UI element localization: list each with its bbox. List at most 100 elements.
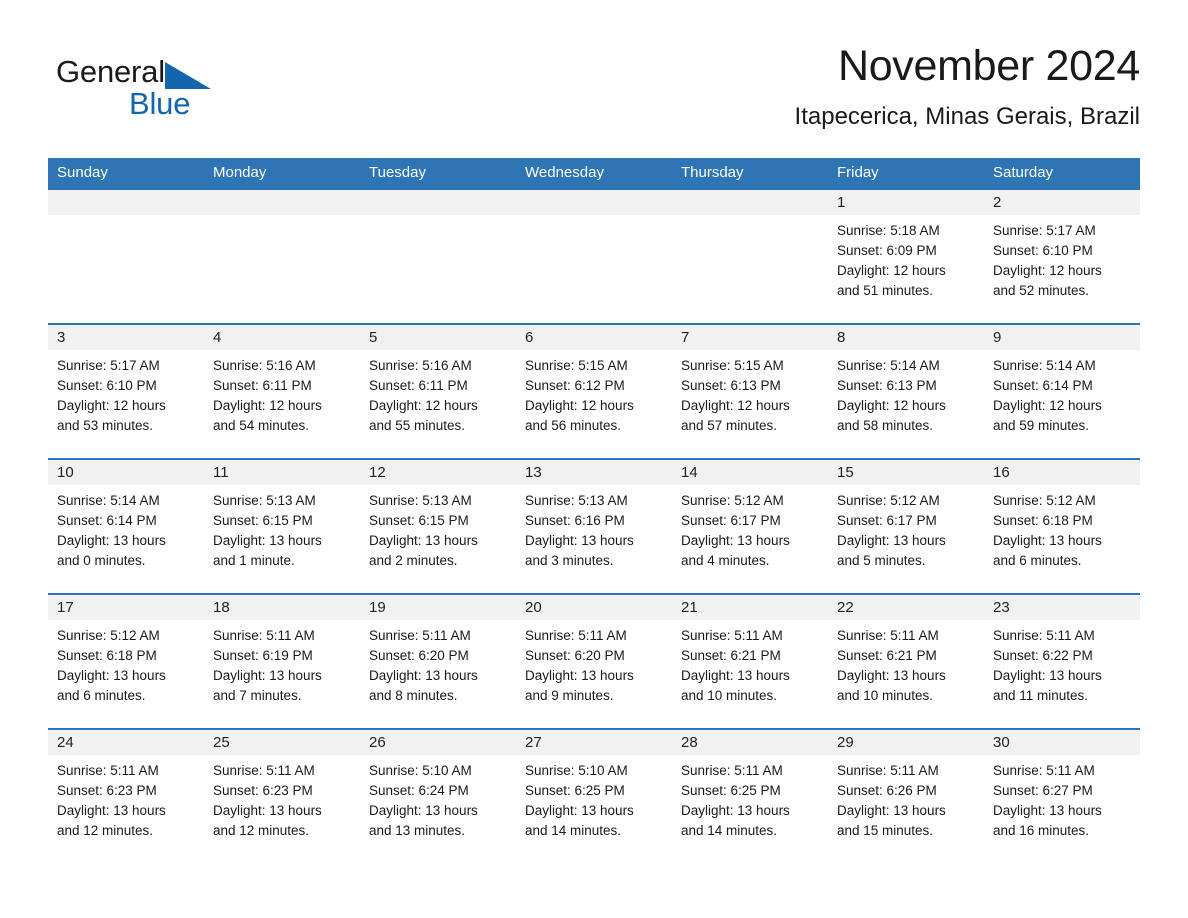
daylight-text-line2: and 9 minutes. xyxy=(525,688,614,703)
day-cell[interactable] xyxy=(360,190,516,323)
sunrise-text: Sunrise: 5:15 AM xyxy=(681,358,784,373)
day-number: 16 xyxy=(984,460,1140,485)
daylight-text-line2: and 2 minutes. xyxy=(369,553,458,568)
daylight-text-line2: and 57 minutes. xyxy=(681,418,778,433)
dow-friday: Friday xyxy=(837,164,879,181)
sunrise-text: Sunrise: 5:11 AM xyxy=(213,628,315,643)
daylight-text-line2: and 59 minutes. xyxy=(993,418,1090,433)
daylight-text-line1: Daylight: 13 hours xyxy=(369,803,478,818)
sunset-text: Sunset: 6:14 PM xyxy=(993,378,1093,393)
day-cell[interactable]: 7 Sunrise: 5:15 AM Sunset: 6:13 PM Daylight… xyxy=(672,325,828,458)
sunrise-text: Sunrise: 5:14 AM xyxy=(57,493,160,508)
sunset-text: Sunset: 6:15 PM xyxy=(213,513,313,528)
day-number xyxy=(516,190,672,215)
day-cell[interactable]: 24 Sunrise: 5:11 AM Sunset: 6:23 PM Dayligh… xyxy=(48,730,204,850)
sunset-text: Sunset: 6:11 PM xyxy=(213,378,312,393)
day-number: 6 xyxy=(516,325,672,350)
sunset-text: Sunset: 6:23 PM xyxy=(57,783,157,798)
sunset-text: Sunset: 6:19 PM xyxy=(213,648,313,663)
sunrise-text: Sunrise: 5:10 AM xyxy=(525,763,628,778)
sunrise-text: Sunrise: 5:13 AM xyxy=(213,493,316,508)
sunset-text: Sunset: 6:26 PM xyxy=(837,783,937,798)
day-cell[interactable] xyxy=(204,190,360,323)
day-cell[interactable]: 23 Sunrise: 5:11 AM Sunset: 6:22 PM Dayligh… xyxy=(984,595,1140,728)
day-cell[interactable]: 17 Sunrise: 5:12 AM Sunset: 6:18 PM Dayligh… xyxy=(48,595,204,728)
day-cell[interactable]: 3 Sunrise: 5:17 AM Sunset: 6:10 PM Daylight… xyxy=(48,325,204,458)
day-cell[interactable]: 11 Sunrise: 5:13 AM Sunset: 6:15 PM Dayligh… xyxy=(204,460,360,593)
daylight-text-line1: Daylight: 13 hours xyxy=(837,533,946,548)
day-cell[interactable]: 22 Sunrise: 5:11 AM Sunset: 6:21 PM Dayligh… xyxy=(828,595,984,728)
day-number: 20 xyxy=(516,595,672,620)
day-cell[interactable]: 9 Sunrise: 5:14 AM Sunset: 6:14 PM Daylight… xyxy=(984,325,1140,458)
dow-wednesday: Wednesday xyxy=(525,164,604,181)
dow-thursday: Thursday xyxy=(681,164,744,181)
sunrise-text: Sunrise: 5:12 AM xyxy=(993,493,1096,508)
daylight-text-line1: Daylight: 13 hours xyxy=(681,803,790,818)
day-number: 4 xyxy=(204,325,360,350)
sunset-text: Sunset: 6:20 PM xyxy=(369,648,469,663)
sunset-text: Sunset: 6:25 PM xyxy=(525,783,625,798)
day-cell[interactable]: 19 Sunrise: 5:11 AM Sunset: 6:20 PM Dayligh… xyxy=(360,595,516,728)
page-header: General Blue November 2024 Itapecerica, … xyxy=(48,40,1140,148)
day-cell[interactable]: 13 Sunrise: 5:13 AM Sunset: 6:16 PM Dayligh… xyxy=(516,460,672,593)
day-cell[interactable]: 6 Sunrise: 5:15 AM Sunset: 6:12 PM Daylight… xyxy=(516,325,672,458)
day-cell[interactable]: 4 Sunrise: 5:16 AM Sunset: 6:11 PM Daylight… xyxy=(204,325,360,458)
day-number xyxy=(48,190,204,215)
day-cell[interactable]: 26 Sunrise: 5:10 AM Sunset: 6:24 PM Dayligh… xyxy=(360,730,516,850)
sunset-text: Sunset: 6:27 PM xyxy=(993,783,1093,798)
day-info: Sunrise: 5:11 AM Sunset: 6:25 PM Daylight:… xyxy=(672,755,828,841)
week-row: 17 Sunrise: 5:12 AM Sunset: 6:18 PM Dayligh… xyxy=(48,593,1140,728)
day-cell[interactable] xyxy=(48,190,204,323)
daylight-text-line2: and 1 minute. xyxy=(213,553,295,568)
day-cell[interactable]: 28 Sunrise: 5:11 AM Sunset: 6:25 PM Dayligh… xyxy=(672,730,828,850)
day-cell[interactable]: 12 Sunrise: 5:13 AM Sunset: 6:15 PM Dayligh… xyxy=(360,460,516,593)
day-cell[interactable] xyxy=(672,190,828,323)
sunset-text: Sunset: 6:25 PM xyxy=(681,783,781,798)
daylight-text-line1: Daylight: 13 hours xyxy=(525,533,634,548)
day-cell[interactable]: 14 Sunrise: 5:12 AM Sunset: 6:17 PM Dayligh… xyxy=(672,460,828,593)
day-cell[interactable]: 1 Sunrise: 5:18 AM Sunset: 6:09 PM Daylight… xyxy=(828,190,984,323)
sunset-text: Sunset: 6:15 PM xyxy=(369,513,469,528)
daylight-text-line1: Daylight: 13 hours xyxy=(993,533,1102,548)
day-cell[interactable]: 16 Sunrise: 5:12 AM Sunset: 6:18 PM Dayligh… xyxy=(984,460,1140,593)
sunrise-text: Sunrise: 5:11 AM xyxy=(57,763,159,778)
day-cell[interactable]: 2 Sunrise: 5:17 AM Sunset: 6:10 PM Daylight… xyxy=(984,190,1140,323)
day-cell[interactable]: 10 Sunrise: 5:14 AM Sunset: 6:14 PM Dayligh… xyxy=(48,460,204,593)
daylight-text-line1: Daylight: 12 hours xyxy=(993,398,1102,413)
daylight-text-line2: and 11 minutes. xyxy=(993,688,1089,703)
daylight-text-line1: Daylight: 13 hours xyxy=(213,803,322,818)
week-row: 24 Sunrise: 5:11 AM Sunset: 6:23 PM Dayligh… xyxy=(48,728,1140,850)
day-cell[interactable]: 29 Sunrise: 5:11 AM Sunset: 6:26 PM Dayligh… xyxy=(828,730,984,850)
dow-saturday: Saturday xyxy=(993,164,1054,181)
day-cell[interactable]: 15 Sunrise: 5:12 AM Sunset: 6:17 PM Dayligh… xyxy=(828,460,984,593)
day-cell[interactable]: 18 Sunrise: 5:11 AM Sunset: 6:19 PM Dayligh… xyxy=(204,595,360,728)
day-cell[interactable]: 25 Sunrise: 5:11 AM Sunset: 6:23 PM Dayligh… xyxy=(204,730,360,850)
day-cell[interactable]: 27 Sunrise: 5:10 AM Sunset: 6:25 PM Dayligh… xyxy=(516,730,672,850)
day-info: Sunrise: 5:10 AM Sunset: 6:24 PM Daylight:… xyxy=(360,755,516,841)
dow-tuesday: Tuesday xyxy=(369,164,426,181)
sunset-text: Sunset: 6:11 PM xyxy=(369,378,468,393)
sunset-text: Sunset: 6:13 PM xyxy=(681,378,781,393)
day-cell[interactable] xyxy=(516,190,672,323)
day-info xyxy=(48,215,204,221)
sunrise-text: Sunrise: 5:13 AM xyxy=(525,493,628,508)
day-info: Sunrise: 5:11 AM Sunset: 6:20 PM Daylight:… xyxy=(360,620,516,706)
generalblue-logo[interactable]: General Blue xyxy=(56,54,256,134)
day-number xyxy=(204,190,360,215)
day-cell[interactable]: 5 Sunrise: 5:16 AM Sunset: 6:11 PM Daylight… xyxy=(360,325,516,458)
daylight-text-line2: and 53 minutes. xyxy=(57,418,154,433)
daylight-text-line2: and 14 minutes. xyxy=(681,823,778,838)
day-info: Sunrise: 5:12 AM Sunset: 6:18 PM Daylight:… xyxy=(984,485,1140,571)
day-cell[interactable]: 30 Sunrise: 5:11 AM Sunset: 6:27 PM Dayligh… xyxy=(984,730,1140,850)
day-number: 2 xyxy=(984,190,1140,215)
day-info: Sunrise: 5:14 AM Sunset: 6:14 PM Daylight:… xyxy=(984,350,1140,436)
sunset-text: Sunset: 6:18 PM xyxy=(57,648,157,663)
day-number: 15 xyxy=(828,460,984,485)
day-cell[interactable]: 21 Sunrise: 5:11 AM Sunset: 6:21 PM Dayligh… xyxy=(672,595,828,728)
sunrise-text: Sunrise: 5:18 AM xyxy=(837,223,940,238)
day-number: 25 xyxy=(204,730,360,755)
daylight-text-line1: Daylight: 12 hours xyxy=(837,263,946,278)
day-cell[interactable]: 8 Sunrise: 5:14 AM Sunset: 6:13 PM Daylight… xyxy=(828,325,984,458)
day-info: Sunrise: 5:15 AM Sunset: 6:13 PM Daylight:… xyxy=(672,350,828,436)
day-cell[interactable]: 20 Sunrise: 5:11 AM Sunset: 6:20 PM Dayligh… xyxy=(516,595,672,728)
